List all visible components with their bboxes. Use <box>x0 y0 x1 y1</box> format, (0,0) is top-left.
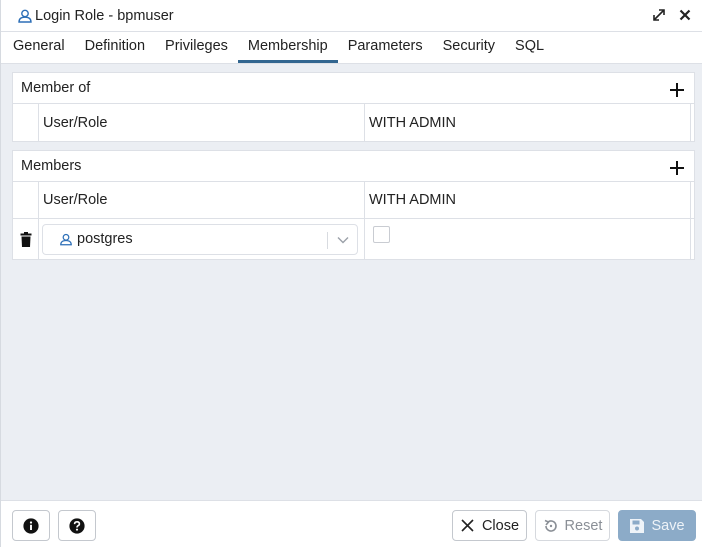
chevron-down-icon[interactable] <box>336 233 350 247</box>
member-of-header: Member of <box>13 73 694 104</box>
members-header: Members <box>13 151 694 182</box>
info-button[interactable] <box>12 510 50 541</box>
reset-button[interactable]: Reset <box>535 510 610 541</box>
column-header-with-admin: WITH ADMIN <box>365 104 691 141</box>
column-header-user-role: User/Role <box>39 104 365 141</box>
close-button[interactable]: Close <box>452 510 527 541</box>
tab-security[interactable]: Security <box>433 32 505 63</box>
add-member-of-button[interactable] <box>668 81 686 99</box>
reset-icon <box>543 518 559 534</box>
login-role-dialog: Login Role - bpmuser General Definition … <box>0 0 702 547</box>
members-columns: User/Role WITH ADMIN <box>13 182 694 219</box>
help-icon <box>69 517 85 534</box>
window-actions <box>651 7 693 23</box>
help-button[interactable] <box>58 510 96 541</box>
close-icon <box>460 518 476 534</box>
tab-membership[interactable]: Membership <box>237 32 338 63</box>
table-row: postgres <box>13 219 694 259</box>
plus-icon <box>670 83 684 97</box>
role-select[interactable]: postgres <box>42 223 358 255</box>
role-select-value: postgres <box>77 231 133 247</box>
member-of-title: Member of <box>21 80 91 96</box>
delete-row-button[interactable] <box>13 219 39 259</box>
title-bar: Login Role - bpmuser <box>1 0 702 32</box>
close-icon[interactable] <box>677 7 693 23</box>
tab-definition[interactable]: Definition <box>75 32 155 63</box>
with-admin-checkbox[interactable] <box>373 225 390 243</box>
save-button[interactable]: Save <box>618 510 696 541</box>
column-header-with-admin: WITH ADMIN <box>365 182 691 218</box>
members-title: Members <box>21 158 82 174</box>
tab-parameters[interactable]: Parameters <box>338 32 433 63</box>
member-of-panel: Member of User/Role WITH ADMIN <box>12 72 695 142</box>
reset-button-label: Reset <box>564 517 603 534</box>
add-member-button[interactable] <box>668 159 686 177</box>
tab-privileges[interactable]: Privileges <box>155 32 238 63</box>
dialog-footer: Close Reset Save <box>1 500 702 547</box>
dialog-title: Login Role - bpmuser <box>35 7 174 24</box>
maximize-icon[interactable] <box>651 7 667 23</box>
tab-general[interactable]: General <box>1 32 75 63</box>
tab-bar: General Definition Privileges Membership… <box>1 32 702 64</box>
user-role-icon <box>17 8 33 24</box>
close-button-label: Close <box>481 517 520 534</box>
members-panel: Members User/Role WITH ADMIN postgres <box>12 150 695 260</box>
tab-sql[interactable]: SQL <box>505 32 554 63</box>
user-role-icon <box>59 232 73 246</box>
member-of-columns: User/Role WITH ADMIN <box>13 104 694 141</box>
plus-icon <box>670 161 684 175</box>
save-button-label: Save <box>651 517 685 534</box>
save-icon <box>629 518 645 534</box>
column-header-user-role: User/Role <box>39 182 365 218</box>
trash-icon <box>20 231 31 247</box>
info-icon <box>23 517 39 534</box>
